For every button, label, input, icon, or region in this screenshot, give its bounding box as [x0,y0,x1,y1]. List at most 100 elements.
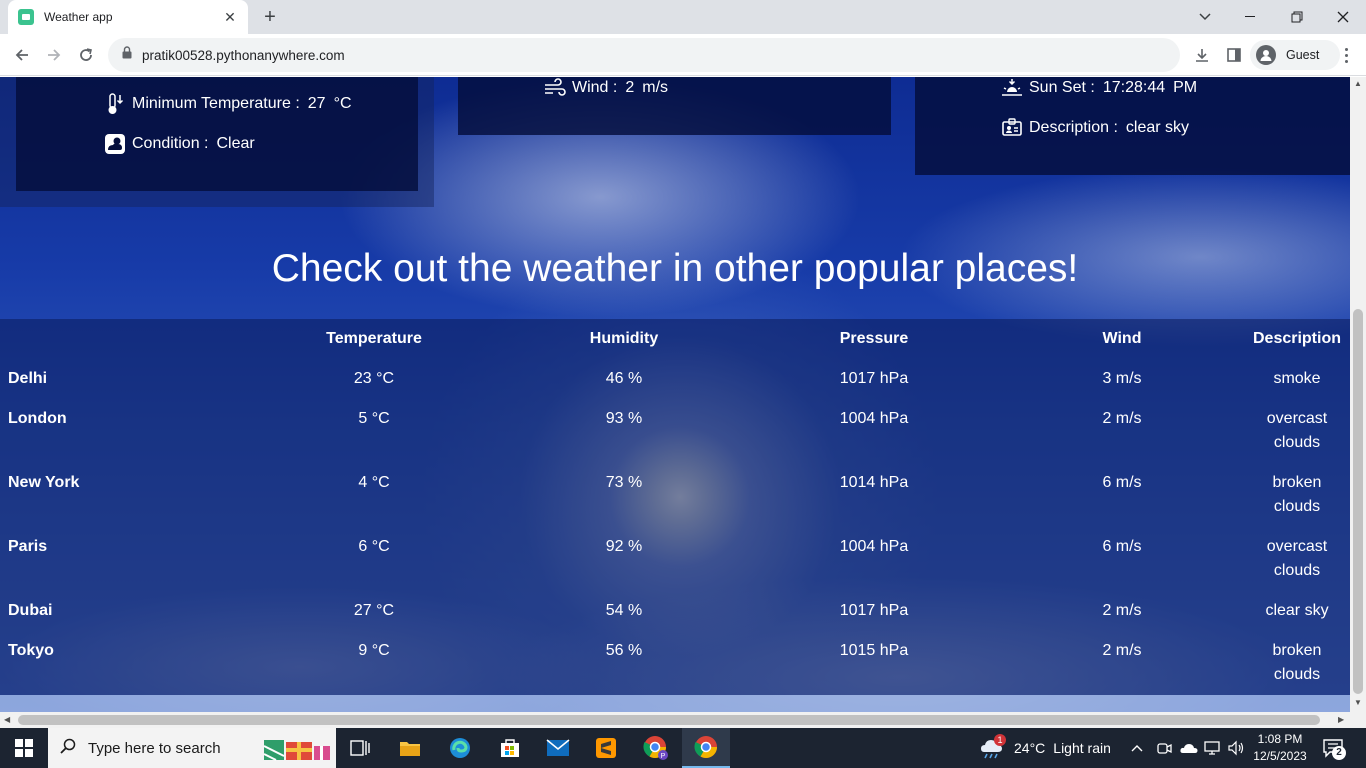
profile-button[interactable]: Guest [1250,40,1340,70]
description-value: clear sky [1125,119,1190,136]
reload-icon[interactable] [74,43,98,67]
show-hidden-icons-chevron-icon[interactable] [1130,728,1144,768]
notification-center-icon[interactable]: 2 [1322,728,1346,768]
taskbar-clock[interactable]: 1:08 PM 12/5/2023 [1250,731,1310,765]
network-icon[interactable] [1204,728,1222,768]
new-tab-button[interactable]: + [258,5,282,29]
mail-icon[interactable] [534,728,582,768]
scroll-right-arrow-icon[interactable]: ▶ [1338,715,1344,724]
address-bar[interactable]: pratik00528.pythonanywhere.com [108,38,1180,72]
cloud-sun-icon [104,133,126,155]
wind-icon [544,77,566,99]
scroll-left-arrow-icon[interactable]: ◀ [4,715,10,724]
side-panel-icon[interactable] [1222,43,1246,67]
taskbar-weather-widget[interactable]: 1 24°C Light rain [980,728,1111,768]
popular-places-table: Temperature Humidity Pressure Wind Descr… [0,319,1350,695]
search-highlight-gifts-icon [262,734,332,767]
task-view-icon[interactable] [336,728,384,768]
cell-humidity: 73 % [605,474,643,491]
cell-temperature: 6 °C [358,538,390,555]
url-text: pratik00528.pythonanywhere.com [142,47,345,63]
cell-wind: 2 m/s [1102,602,1142,619]
cell-pressure: 1004 hPa [839,410,909,427]
sunset-value: 17:28:44 [1102,79,1166,96]
city-name: Dubai [8,602,53,619]
profile-label: Guest [1286,48,1320,62]
restore-icon[interactable] [1274,0,1320,34]
cell-description: clear sky [1265,602,1329,619]
cell-description-line2: clouds [1273,562,1321,579]
wind-row: Wind : 2 m/s [544,77,668,99]
cell-description-line1: overcast [1266,538,1328,555]
sunset-ampm: PM [1173,79,1198,96]
file-explorer-icon[interactable] [386,728,434,768]
chrome-profile-icon[interactable]: P [632,728,680,768]
scroll-down-arrow-icon[interactable]: ▼ [1354,698,1362,707]
horizontal-scrollbar[interactable]: ◀ ▶ [0,712,1366,728]
sublime-text-icon[interactable] [582,728,630,768]
close-window-icon[interactable] [1320,0,1366,34]
cell-wind: 2 m/s [1102,410,1142,427]
vertical-scroll-thumb[interactable] [1353,309,1363,694]
browser-tab[interactable]: Weather app ✕ [8,0,248,34]
cell-wind: 2 m/s [1102,642,1142,659]
weather-alert-badge: 1 [994,734,1006,746]
back-arrow-icon[interactable] [10,43,34,67]
cell-humidity: 92 % [605,538,643,555]
cell-wind: 6 m/s [1102,474,1142,491]
horizontal-scroll-thumb[interactable] [18,715,1320,725]
popular-places-heading: Check out the weather in other popular p… [271,247,1079,290]
cell-description-line1: overcast [1266,410,1328,427]
windows-taskbar: Type here to search P 1 24°C Light rain [0,728,1366,768]
microsoft-store-icon[interactable] [486,728,534,768]
edge-browser-icon[interactable] [436,728,484,768]
tab-search-chevron-icon[interactable] [1182,0,1228,34]
column-header-temperature: Temperature [326,330,422,347]
svg-text:P: P [661,753,666,760]
guest-avatar-icon [1256,45,1276,65]
vertical-scrollbar[interactable]: ▲ ▼ [1350,77,1366,712]
volume-icon[interactable] [1228,728,1246,768]
browser-tab-strip: Weather app ✕ + [0,0,1366,34]
column-header-humidity: Humidity [589,330,659,347]
cell-humidity: 46 % [605,370,643,387]
browser-toolbar: pratik00528.pythonanywhere.com Guest [0,34,1366,76]
cell-temperature: 9 °C [358,642,390,659]
browser-menu-icon[interactable] [1336,43,1356,67]
clock-date: 12/5/2023 [1253,749,1307,763]
scroll-up-arrow-icon[interactable]: ▲ [1354,79,1362,88]
weather-page: Minimum Temperature : 27 °C Condition : … [0,77,1350,712]
minimize-icon[interactable] [1228,0,1274,34]
search-placeholder: Type here to search [88,739,221,757]
cell-temperature: 4 °C [358,474,390,491]
windows-start-icon[interactable] [0,728,48,768]
cell-description-line2: clouds [1273,434,1321,451]
chrome-icon[interactable] [682,728,730,768]
min-temp-unit: °C [333,95,352,112]
cell-description-line1: broken [1272,642,1322,659]
forward-arrow-icon[interactable] [42,43,66,67]
onedrive-cloud-icon[interactable] [1180,728,1198,768]
cell-humidity: 93 % [605,410,643,427]
cell-description: smoke [1273,370,1321,387]
cell-wind: 3 m/s [1102,370,1142,387]
tab-close-icon[interactable]: ✕ [222,9,238,26]
left-weather-card: Minimum Temperature : 27 °C Condition : … [16,77,418,191]
cell-humidity: 54 % [605,602,643,619]
cell-wind: 6 m/s [1102,538,1142,555]
column-header-pressure: Pressure [839,330,909,347]
city-name: Paris [8,538,48,555]
city-name: Tokyo [8,642,54,659]
city-name: New York [8,474,80,491]
meet-now-icon[interactable] [1156,728,1172,768]
download-icon[interactable] [1190,43,1214,67]
page-bottom-strip [0,695,1350,712]
clock-time: 1:08 PM [1257,732,1303,746]
taskbar-search-box[interactable]: Type here to search [48,728,336,768]
city-name: Delhi [8,370,48,387]
cell-description-line2: clouds [1273,666,1321,683]
tab-title: Weather app [44,10,113,24]
notification-count-badge: 2 [1332,746,1346,760]
min-temp-label: Minimum Temperature : [132,95,300,112]
cell-description-line2: clouds [1273,498,1321,515]
